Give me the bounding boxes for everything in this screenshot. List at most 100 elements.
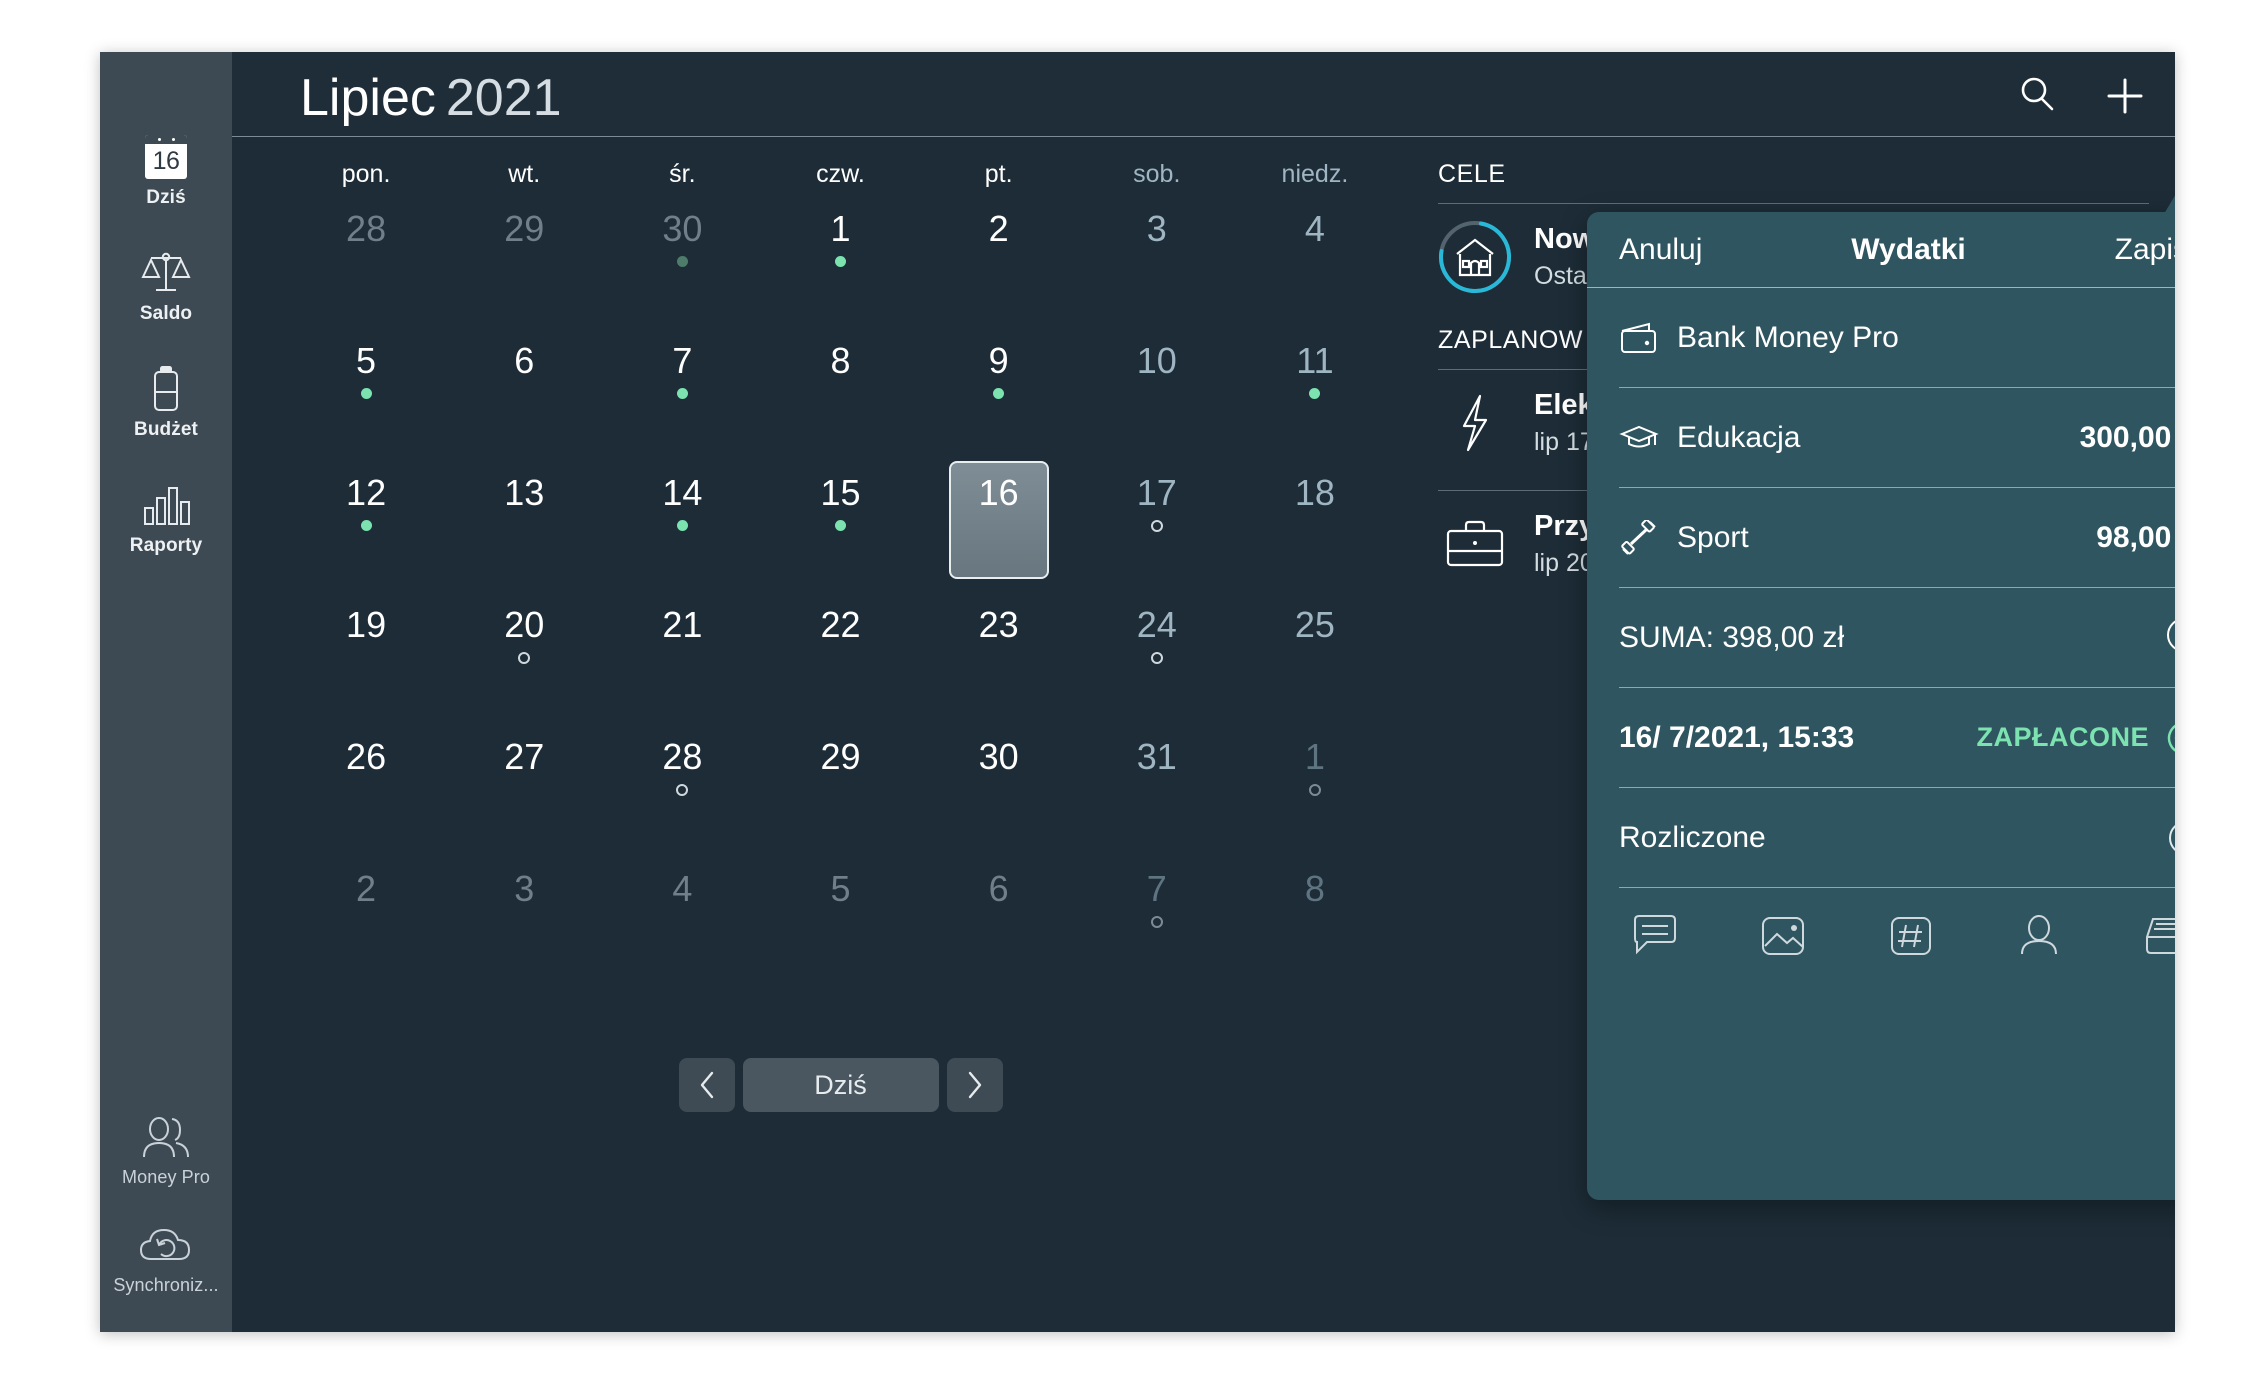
calendar-day[interactable]: 19	[287, 593, 445, 725]
calendar-day[interactable]: 1	[1236, 725, 1394, 857]
calendar-day[interactable]: 11	[1236, 329, 1394, 461]
cleared-row[interactable]: Rozliczone	[1619, 788, 2175, 888]
calendar-day[interactable]: 28	[603, 725, 761, 857]
weekday-label: niedz.	[1281, 160, 1349, 188]
calendar-day-number: 11	[1296, 340, 1334, 381]
photo-icon[interactable]	[1759, 914, 1807, 963]
calendar-day-number: 22	[820, 604, 861, 645]
people-icon	[138, 1114, 194, 1160]
day-marker	[676, 520, 688, 531]
sidebar-item-dzis[interactable]: 16 Dziś	[100, 134, 232, 209]
calendar-day-number: 6	[988, 868, 1009, 909]
search-icon[interactable]	[2017, 74, 2057, 119]
sidebar-item-label: Raporty	[129, 535, 203, 556]
category-row[interactable]: Edukacja 300,00 zł	[1619, 388, 2175, 488]
calendar-day[interactable]: 4	[1236, 197, 1394, 329]
calendar-day[interactable]: 8	[1236, 857, 1394, 989]
calendar-day[interactable]: 6	[920, 857, 1078, 989]
calendar-day-number: 8	[1304, 868, 1325, 909]
sidebar-item-budzet[interactable]: Budżet	[100, 366, 232, 441]
calendar-day[interactable]: 12	[287, 461, 445, 593]
calendar-day[interactable]: 10	[1078, 329, 1236, 461]
calendar-day[interactable]: 21	[603, 593, 761, 725]
plus-circle-icon[interactable]	[2165, 616, 2175, 659]
today-button[interactable]: Dziś	[742, 1058, 939, 1112]
briefcase-icon	[1438, 507, 1512, 581]
tag-icon[interactable]	[1887, 914, 1935, 963]
account-label: Bank Money Pro	[1677, 320, 1899, 354]
calendar-day[interactable]: 3	[1078, 197, 1236, 329]
person-icon[interactable]	[2015, 914, 2063, 963]
add-transaction-button[interactable]	[2103, 74, 2147, 123]
file-tray-icon[interactable]	[2143, 914, 2175, 963]
calendar-day[interactable]: 30	[603, 197, 761, 329]
calendar-day[interactable]: 26	[287, 725, 445, 857]
calendar-day[interactable]: 8	[761, 329, 919, 461]
save-button[interactable]: Zapisz	[2115, 233, 2175, 267]
sidebar-item-raporty[interactable]: Raporty	[100, 482, 232, 557]
sidebar-item-money-pro[interactable]: Money Pro	[100, 1114, 232, 1188]
calendar-day[interactable]: 30	[920, 725, 1078, 857]
calendar-day[interactable]: 28	[287, 197, 445, 329]
calendar-day[interactable]: 5	[761, 857, 919, 989]
calendar-day[interactable]: 16	[920, 461, 1078, 593]
calendar-day[interactable]: 22	[761, 593, 919, 725]
calendar-day[interactable]: 7	[1078, 857, 1236, 989]
calendar-day[interactable]: 13	[445, 461, 603, 593]
popover-header: Anuluj Wydatki Zapisz	[1587, 212, 2175, 288]
account-row[interactable]: Bank Money Pro	[1619, 288, 2175, 388]
comment-icon[interactable]	[1631, 914, 1679, 963]
status-badge[interactable]: ZAPŁACONE	[1977, 719, 2175, 757]
bar-chart-icon	[140, 482, 192, 528]
calendar-day-number: 12	[346, 472, 387, 513]
date-status-row[interactable]: 16/ 7/2021, 15:33 ZAPŁACONE	[1619, 688, 2175, 788]
sidebar-item-label: Saldo	[139, 303, 193, 324]
cloud-sync-icon	[137, 1222, 195, 1268]
calendar-day[interactable]: 31	[1078, 725, 1236, 857]
calendar-day[interactable]: 25	[1236, 593, 1394, 725]
prev-month-button[interactable]	[678, 1058, 735, 1112]
calendar-day[interactable]: 17	[1078, 461, 1236, 593]
calendar-day[interactable]: 7	[603, 329, 761, 461]
calendar-day[interactable]: 9	[920, 329, 1078, 461]
cleared-toggle[interactable]	[2169, 820, 2175, 855]
calendar-day[interactable]: 6	[445, 329, 603, 461]
category-amount: 98,00 zł	[2096, 520, 2175, 554]
sidebar-item-label: Dziś	[146, 187, 186, 208]
calendar-day-number: 4	[1304, 208, 1325, 249]
calendar-day-number: 5	[356, 340, 377, 381]
cancel-button[interactable]: Anuluj	[1619, 233, 1702, 267]
dumbbell-icon	[1619, 519, 1667, 556]
calendar-day-number: 7	[672, 340, 693, 381]
calendar-day[interactable]: 23	[920, 593, 1078, 725]
category-row[interactable]: Sport 98,00 zł	[1619, 488, 2175, 588]
sidebar-item-synchronizacja[interactable]: Synchroniz...	[100, 1222, 232, 1296]
calendar-day-number: 10	[1136, 340, 1177, 381]
calendar-day[interactable]: 18	[1236, 461, 1394, 593]
next-month-button[interactable]	[946, 1058, 1003, 1112]
calendar-day-number: 31	[1136, 736, 1177, 777]
calendar-day[interactable]: 24	[1078, 593, 1236, 725]
calendar-day[interactable]: 1	[761, 197, 919, 329]
calendar-day[interactable]: 20	[445, 593, 603, 725]
category-label: Sport	[1677, 520, 1749, 554]
calendar-day[interactable]: 4	[603, 857, 761, 989]
calendar-day-number: 9	[988, 340, 1009, 381]
screen: 16 Dziś Saldo Budżet Raporty Money Pro S…	[0, 0, 2248, 1380]
calendar-day[interactable]: 29	[445, 197, 603, 329]
day-marker	[1150, 916, 1163, 928]
calendar-day[interactable]: 3	[445, 857, 603, 989]
calendar-day[interactable]: 29	[761, 725, 919, 857]
lightning-icon	[1438, 386, 1512, 460]
sidebar-item-label: Money Pro	[122, 1167, 210, 1187]
calendar-day[interactable]: 15	[761, 461, 919, 593]
calendar-day[interactable]: 2	[920, 197, 1078, 329]
calendar-day[interactable]: 14	[603, 461, 761, 593]
calendar-day[interactable]: 2	[287, 857, 445, 989]
calendar-nav: Dziś	[287, 1058, 1394, 1112]
calendar-day-number: 3	[1146, 208, 1167, 249]
day-marker	[1308, 784, 1321, 796]
calendar-day[interactable]: 27	[445, 725, 603, 857]
calendar-day[interactable]: 5	[287, 329, 445, 461]
sidebar-item-saldo[interactable]: Saldo	[100, 250, 232, 325]
